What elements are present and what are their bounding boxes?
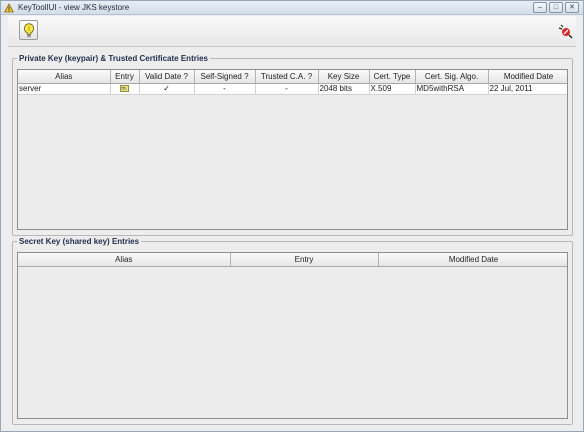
app-warning-icon (4, 3, 14, 13)
secret-section-title: Secret Key (shared key) Entries (19, 237, 140, 246)
table-row[interactable]: server ✓ - - 2048 bits X.509 MD5withRSA … (18, 83, 567, 95)
column-header-alias[interactable]: Alias (18, 70, 111, 84)
maximize-button[interactable]: □ (549, 2, 563, 13)
column-header-modified-date[interactable]: Modified Date (488, 70, 567, 84)
app-window: KeyToolIUI - view JKS keystore – □ ✕ Pri… (0, 0, 584, 432)
lightbulb-icon (23, 23, 35, 38)
toolbar (8, 16, 576, 47)
column-header-cert-type[interactable]: Cert. Type (369, 70, 416, 84)
column-header-alias[interactable]: Alias (18, 253, 231, 267)
close-button[interactable]: ✕ (565, 2, 579, 13)
window-title: KeyToolIUI - view JKS keystore (18, 3, 130, 12)
cell-self-signed[interactable]: - (194, 83, 256, 95)
secret-entries-table[interactable]: Alias Entry Modified Date (17, 252, 568, 419)
column-header-entry[interactable]: Entry (110, 70, 140, 84)
cell-cert-type[interactable]: X.509 (369, 83, 416, 95)
cell-sig-algo[interactable]: MD5withRSA (415, 83, 489, 95)
lightbulb-button[interactable] (19, 20, 38, 40)
minimize-button[interactable]: – (533, 2, 547, 13)
column-header-sig-algo[interactable]: Cert. Sig. Algo. (415, 70, 489, 84)
column-header-entry[interactable]: Entry (230, 253, 379, 267)
column-header-key-size[interactable]: Key Size (318, 70, 370, 84)
keytool-logo-icon (557, 23, 573, 39)
cell-key-size[interactable]: 2048 bits (318, 83, 370, 95)
table-header-row: Alias Entry Modified Date (18, 253, 567, 267)
cell-trusted-ca[interactable]: - (255, 83, 319, 95)
window-controls: – □ ✕ (533, 2, 579, 13)
cell-valid-date[interactable]: ✓ (139, 83, 195, 95)
private-section-title: Private Key (keypair) & Trusted Certific… (19, 54, 208, 63)
cell-modified-date[interactable]: 22 Jul, 2011 (488, 83, 567, 95)
column-header-trusted-ca[interactable]: Trusted C.A. ? (255, 70, 319, 84)
title-bar[interactable]: KeyToolIUI - view JKS keystore – □ ✕ (1, 1, 583, 15)
cell-entry[interactable] (110, 83, 140, 95)
column-header-valid-date[interactable]: Valid Date ? (139, 70, 195, 84)
column-header-modified-date[interactable]: Modified Date (378, 253, 567, 267)
cell-alias[interactable]: server (18, 83, 111, 95)
private-entries-table[interactable]: Alias Entry Valid Date ? Self-Signed ? T… (17, 69, 568, 230)
table-header-row: Alias Entry Valid Date ? Self-Signed ? T… (18, 70, 567, 84)
certificate-icon (120, 85, 129, 93)
column-header-self-signed[interactable]: Self-Signed ? (194, 70, 256, 84)
